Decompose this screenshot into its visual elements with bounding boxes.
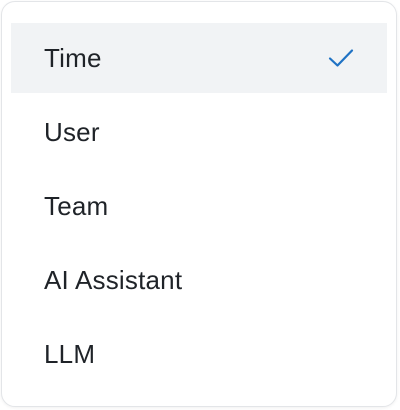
option-label: Time [44,42,102,73]
option-time[interactable]: Time [11,23,387,93]
option-label: LLM [44,338,96,369]
option-llm[interactable]: LLM [11,319,387,389]
option-label: AI Assistant [44,264,183,295]
option-user[interactable]: User [11,97,387,167]
option-label: Team [44,190,109,221]
option-label: User [44,116,100,147]
checkmark-icon [328,48,354,68]
group-by-dropdown-menu: Time User Team AI Assistant LLM [1,1,397,407]
option-ai-assistant[interactable]: AI Assistant [11,245,387,315]
option-team[interactable]: Team [11,171,387,241]
